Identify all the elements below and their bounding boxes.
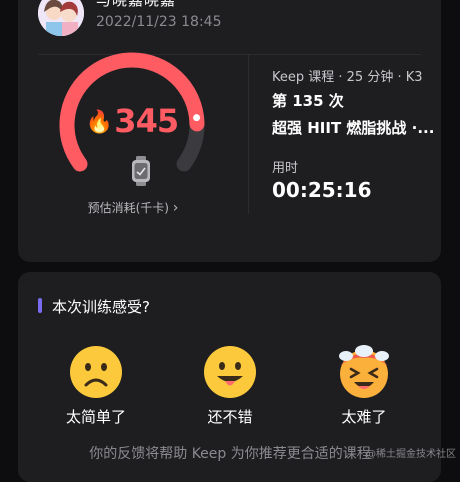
duration-label: 用时 xyxy=(272,161,299,176)
tongue-face-icon xyxy=(204,346,256,398)
vertical-divider xyxy=(248,54,249,214)
course-title[interactable]: 超强 HIIT 燃脂挑战 ·... xyxy=(272,117,450,138)
feedback-option-good[interactable] xyxy=(202,344,258,400)
section-accent-bar xyxy=(38,298,42,313)
session-count: 第 135 次 xyxy=(272,92,344,110)
course-meta: Keep 课程 · 25 分钟 · K3 xyxy=(272,70,423,85)
avatar[interactable] xyxy=(38,0,84,36)
watermark: @稀土掘金技术社区 xyxy=(366,449,456,460)
feedback-option-too-hard[interactable] xyxy=(336,344,392,400)
fire-icon: 🔥 xyxy=(85,110,113,135)
kcal-value: 🔥345 xyxy=(85,102,179,140)
kcal-label[interactable]: 预估消耗(千卡) › xyxy=(58,199,208,216)
feedback-title: 本次训练感受? xyxy=(52,298,150,316)
workout-summary-card: 与晓嘉晓嘉 2022/11/23 18:45 🔥345 预估消耗(千卡) › K… xyxy=(18,0,441,262)
chevron-right-icon: › xyxy=(172,200,179,216)
feedback-option-too-easy[interactable] xyxy=(68,344,124,400)
workout-timestamp: 2022/11/23 18:45 xyxy=(96,14,222,30)
smartwatch-icon xyxy=(131,156,151,186)
user-name: 与晓嘉晓嘉 xyxy=(96,0,177,9)
frowning-face-icon xyxy=(70,346,122,398)
feedback-option-label[interactable]: 太难了 xyxy=(319,406,409,427)
feedback-option-label[interactable]: 太简单了 xyxy=(51,406,141,427)
duration-value: 00:25:16 xyxy=(272,178,372,202)
sweating-hot-face-icon xyxy=(339,345,389,398)
feedback-option-label[interactable]: 还不错 xyxy=(185,406,275,427)
